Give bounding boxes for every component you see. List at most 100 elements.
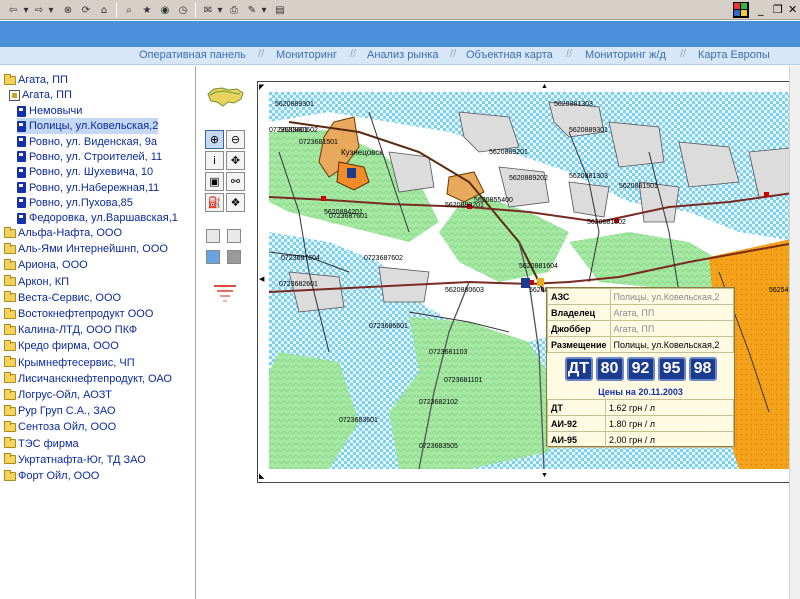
layer-toggle-1[interactable] [206,229,220,243]
refresh-icon[interactable]: ⟳ [78,2,94,18]
nav-item-europe-map[interactable]: Карта Европы [698,49,770,61]
company-label: Форт Ойл, ООО [18,470,100,482]
station-item[interactable]: Немовычи [17,103,82,119]
filter-icon[interactable] [214,284,236,306]
nav-item-object-map[interactable]: Объектная карта [466,49,553,61]
legend-button[interactable]: ❖ [226,193,245,212]
fuel-station-button[interactable]: ⛽ [205,193,224,212]
folder-icon [4,469,16,481]
discuss-icon[interactable]: ▤ [272,2,288,18]
company-label: Альфа-Нафта, ООО [18,227,123,239]
folder-icon [4,388,16,400]
fuel-pump-icon [17,136,26,148]
station-item[interactable]: Ровно, ул. Строителей, 11 [17,149,162,165]
forward-dropdown-icon[interactable]: ▾ [47,2,55,18]
layer-toggle-2[interactable] [227,229,241,243]
station-label: Немовычи [29,105,83,117]
parcel-label: 5620889301 [569,127,608,134]
station-item[interactable]: Федоровка, ул.Варшавская,1 [17,210,178,226]
company-item[interactable]: Аль-Ями Интернейшнп, ООО [4,241,168,257]
jobber-label: Джоббер [547,320,611,337]
nav-separator: // [450,48,457,60]
info-button[interactable]: i [205,151,224,170]
pan-north-icon[interactable]: ▲ [541,83,548,90]
nav-separator: // [566,48,573,60]
company-item[interactable]: ТЭС фирма [4,436,79,452]
company-item[interactable]: Аркон, КП [4,274,69,290]
nav-bar: Оперативная панель // Мониторинг // Анал… [0,47,800,65]
station-item[interactable]: Ровно, ул. Виденская, 9а [17,134,157,150]
company-item[interactable]: Лисичанскнефтепродукт, ОАО [4,371,172,387]
station-label: Ровно, ул. Строителей, 11 [29,150,163,163]
vertical-scrollbar[interactable] [789,66,800,599]
corner-nw-icon[interactable]: ◤ [259,83,264,91]
company-item[interactable]: Кредо фирма, ООО [4,338,119,354]
layer-toggle-3[interactable] [206,250,220,264]
search-icon[interactable]: ⌕ [121,2,137,18]
company-item[interactable]: Калина-ЛТД, ООО ПКФ [4,322,137,338]
ukraine-map-icon[interactable] [204,84,246,110]
history-icon[interactable]: ◷ [175,2,191,18]
company-item[interactable]: Форт Ойл, ООО [4,468,99,484]
station-item[interactable]: Ровно, ул. Шухевича, 10 [17,164,153,180]
station-item[interactable]: Ровно, ул.Набережная,11 [17,180,159,196]
company-item[interactable]: Востокнефтепродукт ООО [4,306,153,322]
full-extent-button[interactable]: ▣ [205,172,224,191]
zoom-out-button[interactable]: ⊖ [226,130,245,149]
company-item[interactable]: Ариона, ООО [4,257,88,273]
company-label: Логрус-Ойл, АОЗТ [18,389,112,401]
station-item[interactable]: Полицы, ул.Ковельская,2 [17,118,159,135]
edit-icon[interactable]: ✎ [244,2,260,18]
restore-icon[interactable]: ❐ [773,3,783,16]
prices-title: Цены на 20.11.2003 [598,387,683,397]
tree-item-sub[interactable]: Агата, ПП [9,87,72,103]
corner-sw-icon[interactable]: ◣ [259,472,264,480]
company-item[interactable]: Логрус-Ойл, АОЗТ [4,387,112,403]
fuel-pump-icon [17,151,26,163]
station-item[interactable]: Ровно, ул.Пухова,85 [17,195,133,211]
tree-item-root[interactable]: Агата, ПП [4,72,68,88]
station-label: Ровно, ул.Пухова,85 [29,196,133,209]
company-item[interactable]: Сентоза Ойл, ООО [4,419,116,435]
owner-label: Владелец [547,304,611,321]
binoculars-button[interactable]: ⚯ [226,172,245,191]
parcel-label: 0723687602 [364,255,403,262]
parcel-label: 0723681101 [444,377,483,384]
forward-icon[interactable]: ⇨ [31,2,47,18]
favorites-icon[interactable]: ★ [139,2,155,18]
company-item[interactable]: Веста-Сервис, ООО [4,290,121,306]
company-item[interactable]: Альфа-Нафта, ООО [4,225,122,241]
company-label: Востокнефтепродукт ООО [18,308,154,320]
folder-icon [4,453,16,465]
pan-west-icon[interactable]: ◀ [259,275,264,283]
nav-item-monitoring[interactable]: Мониторинг [276,49,337,61]
pan-south-icon[interactable]: ▼ [541,472,548,479]
folder-icon [4,242,16,254]
nav-item-market-analysis[interactable]: Анализ рынка [367,49,438,61]
back-dropdown-icon[interactable]: ▾ [22,2,30,18]
close-icon[interactable]: ✕ [788,3,797,16]
company-item[interactable]: Укртатнафта-Юг, ТД ЗАО [4,452,146,468]
pan-button[interactable]: ✥ [226,151,245,170]
mail-dropdown-icon[interactable]: ▾ [216,2,224,18]
company-label: Сентоза Ойл, ООО [18,421,117,434]
nav-item-operative-panel[interactable]: Оперативная панель [139,49,246,61]
layer-toggle-4[interactable] [227,250,241,264]
company-item[interactable]: Крымнефтесервис, ЧП [4,355,135,371]
company-item[interactable]: Рур Груп С.А., ЗАО [4,403,116,419]
zoom-in-button[interactable]: ⊕ [205,130,224,149]
media-icon[interactable]: ◉ [157,2,173,18]
azs-label: АЗС [547,288,611,305]
nav-item-rail-monitoring[interactable]: Мониторинг ж/д [585,49,666,61]
minimize-icon[interactable]: _ [758,3,764,16]
print-icon[interactable]: ⎙ [226,2,242,18]
fuel-badge-dt: ДТ [564,357,593,381]
station-label: Ровно, ул.Набережная,11 [29,181,160,194]
company-tree: Агата, ПП Агата, ПП Немовычи Полицы, ул.К… [0,72,192,599]
mail-icon[interactable]: ✉ [200,2,216,18]
stop-icon[interactable]: ⊗ [60,2,76,18]
home-icon[interactable]: ⌂ [96,2,112,18]
edit-dropdown-icon[interactable]: ▾ [260,2,268,18]
parcel-label: 5620881501 [619,183,658,190]
back-icon[interactable]: ⇦ [4,2,22,18]
